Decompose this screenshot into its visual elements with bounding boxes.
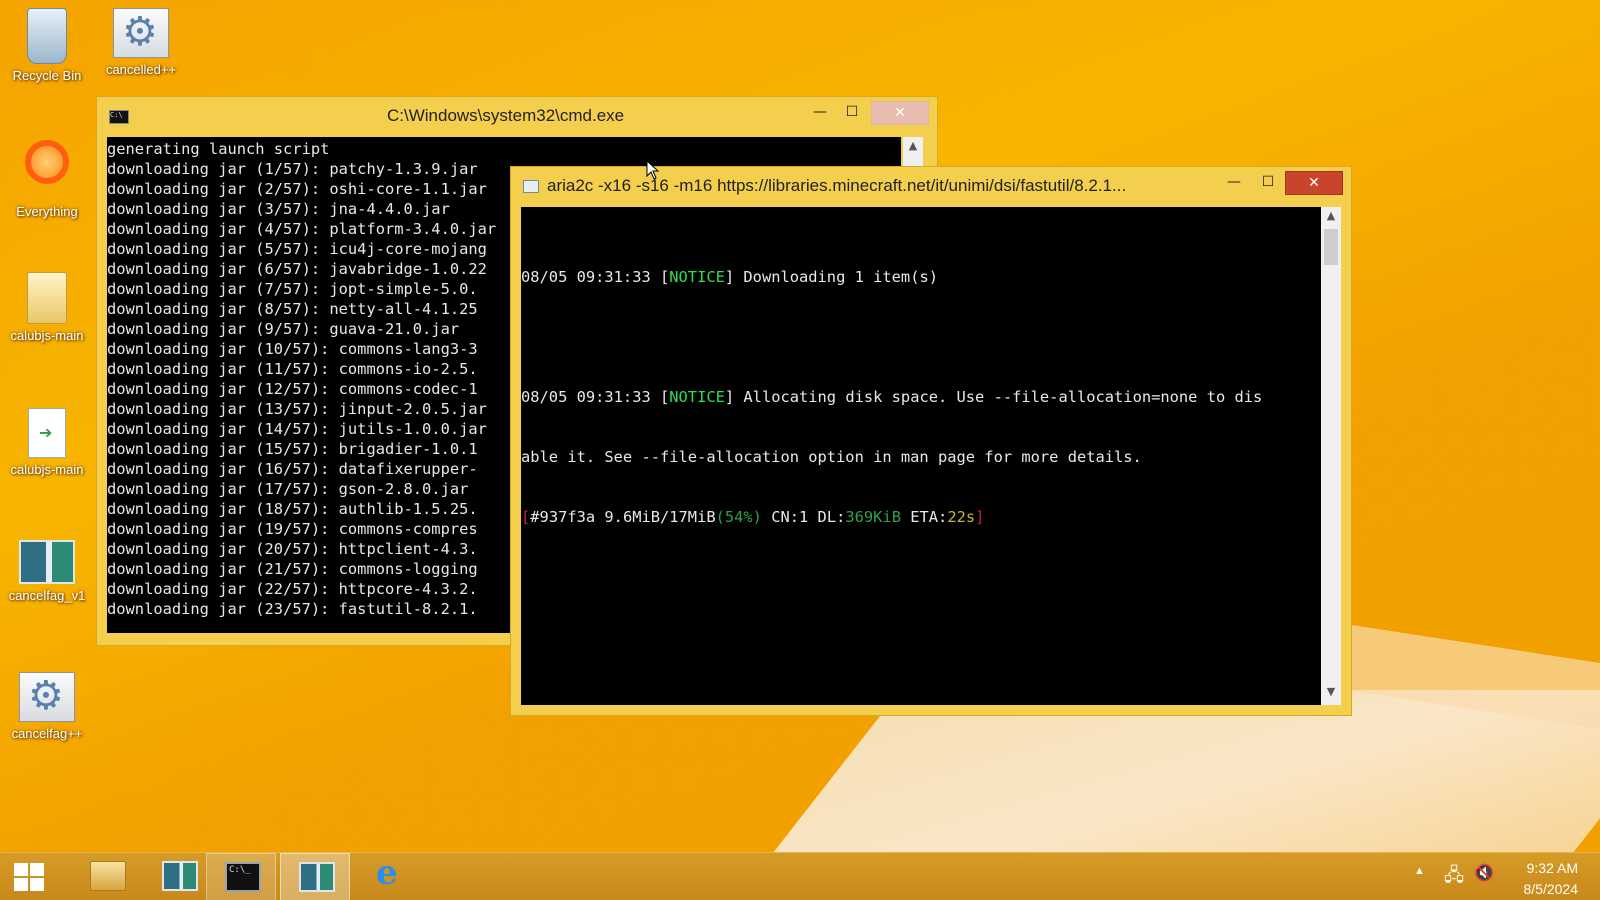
recycle-bin-icon: [27, 8, 67, 64]
desktop-icon-recycle-bin[interactable]: Recycle Bin: [2, 8, 92, 83]
folder-icon: [27, 272, 67, 324]
aria2c-window[interactable]: aria2c -x16 -s16 -m16 https://libraries.…: [510, 166, 1352, 716]
close-button[interactable]: ✕: [871, 101, 929, 125]
clock-date: 8/5/2024: [1523, 881, 1579, 897]
volume-muted-icon[interactable]: 🔇: [1474, 863, 1494, 900]
minimize-button[interactable]: —: [1219, 171, 1249, 195]
scroll-down-arrow-icon[interactable]: ▼: [1321, 685, 1341, 698]
taskbar-app-active[interactable]: [280, 853, 350, 900]
desktop-icon-calubjs-folder[interactable]: calubjs-main: [2, 272, 92, 343]
start-button[interactable]: [0, 853, 70, 900]
windows-logo-icon: [14, 863, 46, 893]
show-hidden-icons-button[interactable]: ▲: [1414, 865, 1425, 900]
desktop-icon-label: cancelfag_v1: [8, 588, 86, 603]
taskbar-file-explorer[interactable]: [72, 853, 142, 900]
scroll-up-arrow-icon[interactable]: ▲: [1321, 209, 1341, 222]
desktop-icon-label: Recycle Bin: [12, 68, 82, 83]
scroll-thumb[interactable]: [1324, 229, 1338, 265]
download-status-line: [#937f3a 9.6MiB/17MiB(54%) CN:1 DL:369Ki…: [521, 508, 985, 526]
console-line: 08/05 09:31:33 [NOTICE] Downloading 1 it…: [521, 268, 938, 286]
window-title: C:\Windows\system32\cmd.exe: [387, 106, 625, 125]
desktop-icon-label: calubjs-main: [10, 462, 84, 477]
desktop-icon-label: cancelfag++: [11, 726, 83, 741]
scrollbar[interactable]: ▲ ▼: [1321, 207, 1341, 705]
clock[interactable]: 9:32 AM 8/5/2024: [1524, 858, 1579, 900]
taskbar-internet-explorer[interactable]: e: [354, 853, 424, 900]
aria2c-console-output[interactable]: 08/05 09:31:33 [NOTICE] Downloading 1 it…: [521, 207, 1321, 705]
desktop-icon-calubjs-file[interactable]: calubjs-main: [2, 408, 92, 477]
maximize-button[interactable]: ☐: [1253, 171, 1283, 195]
command-prompt-icon: C:\_: [225, 862, 261, 892]
desktop-icon-cancelfag-plus[interactable]: cancelfag++: [2, 672, 92, 741]
close-button[interactable]: ✕: [1285, 171, 1343, 195]
wallpaper-shape: [759, 690, 1600, 870]
shortcut-file-icon: [28, 408, 66, 458]
file-explorer-icon: [90, 861, 126, 891]
gear-document-icon: [113, 8, 169, 58]
window-titlebar[interactable]: aria2c -x16 -s16 -m16 https://libraries.…: [511, 167, 1351, 205]
internet-explorer-icon: e: [376, 853, 398, 893]
gear-document-icon: [19, 672, 75, 722]
desktop-icon-cancelfag-v1[interactable]: cancelfag_v1: [2, 540, 92, 603]
desktop-icon-cancelled[interactable]: cancelled++: [96, 8, 186, 77]
app-icon: [162, 861, 198, 891]
minimize-button[interactable]: —: [805, 101, 835, 125]
mouse-cursor-icon: [646, 160, 660, 180]
console-line: able it. See --file-allocation option in…: [521, 448, 1142, 466]
app-icon: [299, 862, 335, 892]
app-icon: [19, 540, 75, 584]
console-line: 08/05 09:31:33 [NOTICE] Allocating disk …: [521, 388, 1263, 406]
desktop-icon-label: cancelled++: [105, 62, 177, 77]
app-window-icon: [523, 180, 539, 193]
taskbar: C:\_ e ▲ 🖧 🔇 9:32 AM 8/5/2024: [0, 852, 1600, 900]
clock-time: 9:32 AM: [1526, 860, 1578, 876]
maximize-button[interactable]: ☐: [837, 101, 867, 125]
window-titlebar[interactable]: C:\ C:\Windows\system32\cmd.exe — ☐ ✕: [97, 97, 937, 135]
network-icon[interactable]: 🖧: [1444, 863, 1464, 900]
taskbar-app[interactable]: [144, 853, 214, 900]
everything-search-icon: [25, 140, 69, 184]
taskbar-command-prompt[interactable]: C:\_: [206, 853, 276, 900]
desktop-icon-label: Everything: [16, 204, 78, 219]
scroll-up-arrow-icon[interactable]: ▲: [903, 139, 923, 152]
desktop-icon-label: calubjs-main: [10, 328, 84, 343]
desktop-icon-everything[interactable]: Everything: [2, 140, 92, 219]
console-line: generating launch script: [107, 140, 330, 158]
cmd-icon: C:\: [109, 110, 129, 124]
